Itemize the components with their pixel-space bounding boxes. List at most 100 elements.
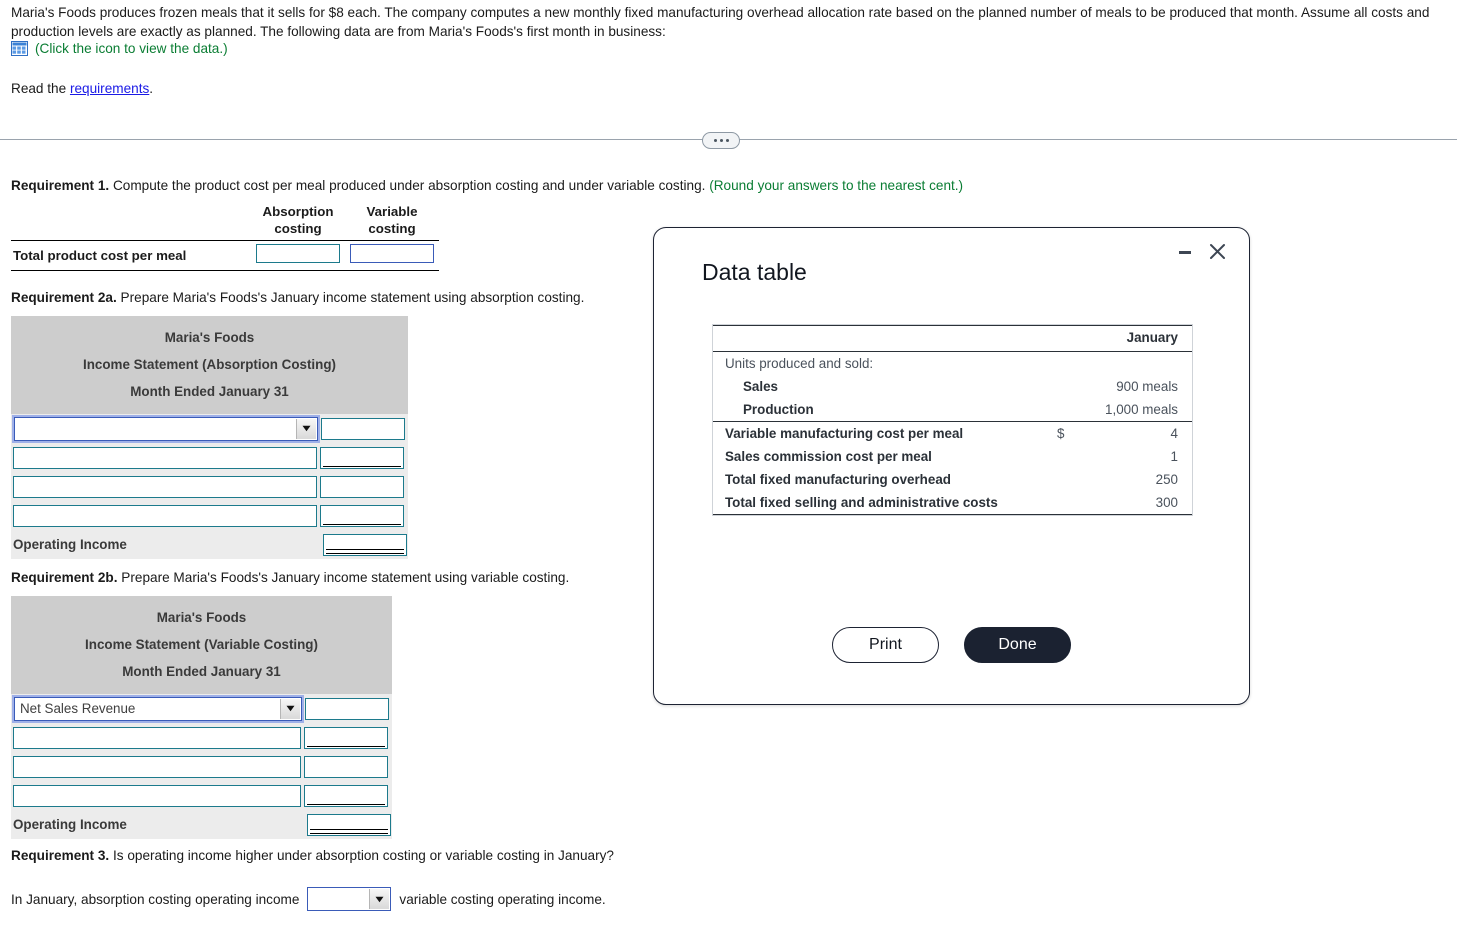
requirement-1-text: Compute the product cost per meal produc…: [109, 178, 710, 193]
read-suffix: .: [149, 81, 154, 96]
line-item-input[interactable]: [13, 504, 317, 527]
requirement-2a-text: Prepare Maria's Foods's January income s…: [116, 290, 585, 305]
operating-income-value-wrap: [323, 533, 407, 556]
line-item-select[interactable]: [12, 414, 320, 443]
rule-cell: [11, 270, 251, 271]
line-item-input[interactable]: [13, 446, 317, 469]
currency-symbol: [1057, 445, 1087, 468]
currency-symbol: [1057, 398, 1087, 422]
statement-type: Income Statement (Variable Costing): [85, 637, 318, 652]
comparison-select[interactable]: [307, 887, 392, 911]
dialog-title: Data table: [702, 259, 807, 285]
line-item-amount-input[interactable]: [304, 755, 388, 778]
row-value: 300: [1155, 495, 1178, 510]
line-item-value-wrap: [304, 784, 388, 807]
rule-cell: [345, 270, 439, 271]
read-requirements-line: Read the requirements.: [11, 81, 153, 96]
col-head-line1: Variable: [366, 204, 418, 219]
line-item-select[interactable]: Net Sales Revenue: [12, 694, 304, 723]
row-value: 4: [1086, 421, 1192, 445]
spacer-cell: [11, 203, 251, 241]
line-item-amount-input[interactable]: [304, 784, 388, 807]
row-label: Sales: [743, 379, 778, 394]
rule-cell: [713, 514, 1057, 515]
row-value: 1,000 meals: [1105, 402, 1178, 417]
data-table-frame: January Units produced and sold: Sales 900 …: [712, 324, 1193, 516]
data-table-dialog: Data table January Units produced and sol…: [653, 227, 1250, 705]
statement-title-block: Maria's Foods Income Statement (Absorpti…: [11, 316, 408, 414]
row-label: Sales commission cost per meal: [725, 449, 932, 464]
row-value: 900 meals: [1116, 379, 1178, 394]
table-grid-icon[interactable]: [11, 41, 28, 56]
data-table-launcher[interactable]: (Click the icon to view the data.): [11, 41, 228, 56]
ellipsis-dot: [713, 139, 717, 142]
chevron-down-icon[interactable]: [296, 418, 316, 439]
table-row: Sales commission cost per meal 1: [713, 445, 1192, 468]
currency-symbol: $: [1056, 421, 1087, 445]
chevron-down-icon[interactable]: [369, 889, 390, 909]
statement-line-row: [11, 781, 392, 810]
statement-period: Month Ended January 31: [122, 664, 281, 679]
header-spacer: [713, 326, 1057, 352]
column-header-absorption: Absorption costing: [251, 203, 345, 241]
col-head-line2: costing: [274, 221, 322, 236]
requirements-link[interactable]: requirements: [70, 81, 149, 96]
operating-income-input[interactable]: [323, 533, 407, 556]
statement-line-row: [11, 472, 408, 501]
requirement-2a-label: Requirement 2a.: [11, 290, 117, 305]
rule-cell: [1086, 514, 1192, 515]
column-header-variable: Variable costing: [345, 203, 439, 241]
line-item-value-wrap: [304, 726, 388, 749]
table-header-row: Absorption costing Variable costing: [11, 203, 439, 241]
line-item-amount-input[interactable]: [304, 726, 388, 749]
variable-cost-input[interactable]: [350, 244, 434, 263]
requirement-2a-heading: Requirement 2a. Prepare Maria's Foods's …: [11, 290, 584, 305]
requirement-2b-heading: Requirement 2b. Prepare Maria's Foods's …: [11, 570, 569, 585]
minimize-icon[interactable]: [1177, 244, 1193, 260]
table-row: Units produced and sold:: [713, 352, 1192, 376]
absorption-cost-input[interactable]: [256, 244, 340, 263]
line-item-amount-input[interactable]: [320, 475, 404, 498]
line-item-value-wrap: [304, 755, 388, 778]
statement-type: Income Statement (Absorption Costing): [83, 357, 336, 372]
statement-rows: [11, 414, 408, 530]
table-header-row: January: [713, 326, 1192, 352]
table-bottom-rule: [713, 514, 1192, 515]
line-item-input[interactable]: [13, 755, 301, 778]
line-item-value-wrap: [320, 446, 404, 469]
line-item-input[interactable]: [13, 726, 301, 749]
requirement-3-heading: Requirement 3. Is operating income highe…: [11, 848, 614, 863]
line-item-select-value: Net Sales Revenue: [20, 701, 136, 716]
operating-income-row: Operating Income: [11, 530, 408, 559]
currency-symbol: [1057, 468, 1087, 491]
operating-income-input[interactable]: [307, 813, 391, 836]
line-item-value-wrap: [320, 475, 404, 498]
requirement-1-table: Absorption costing Variable costing Tota…: [11, 203, 439, 271]
data-table-hint: (Click the icon to view the data.): [35, 41, 228, 56]
chevron-down-icon[interactable]: [280, 698, 300, 719]
requirement-3-answer-line: In January, absorption costing operating…: [11, 887, 606, 911]
currency-symbol: [1057, 491, 1087, 515]
statement-line-row: [11, 443, 408, 472]
line-item-amount-input[interactable]: [320, 446, 404, 469]
close-icon[interactable]: [1208, 242, 1227, 261]
done-button[interactable]: Done: [964, 627, 1071, 663]
ellipsis-dot: [725, 139, 729, 142]
statement-line-row: Net Sales Revenue: [11, 694, 392, 723]
row-value: 250: [1155, 472, 1178, 487]
comparison-select-value: [308, 888, 313, 903]
row-value: [1087, 352, 1192, 376]
print-button[interactable]: Print: [832, 627, 939, 663]
line-item-amount-input[interactable]: [320, 504, 404, 527]
cell-absorption: [251, 240, 345, 271]
line-item-input[interactable]: [13, 475, 317, 498]
line-item-amount-input[interactable]: [305, 697, 389, 720]
col-head-line2: costing: [368, 221, 416, 236]
rule-cell: [1056, 514, 1087, 515]
operating-income-value-wrap: [307, 813, 391, 836]
expand-ellipsis-button[interactable]: [702, 132, 740, 149]
line-item-amount-input[interactable]: [321, 417, 405, 440]
problem-statement: Maria's Foods produces frozen meals that…: [11, 5, 1430, 39]
line-item-input[interactable]: [13, 784, 301, 807]
table-bottom-rule: [11, 270, 439, 271]
